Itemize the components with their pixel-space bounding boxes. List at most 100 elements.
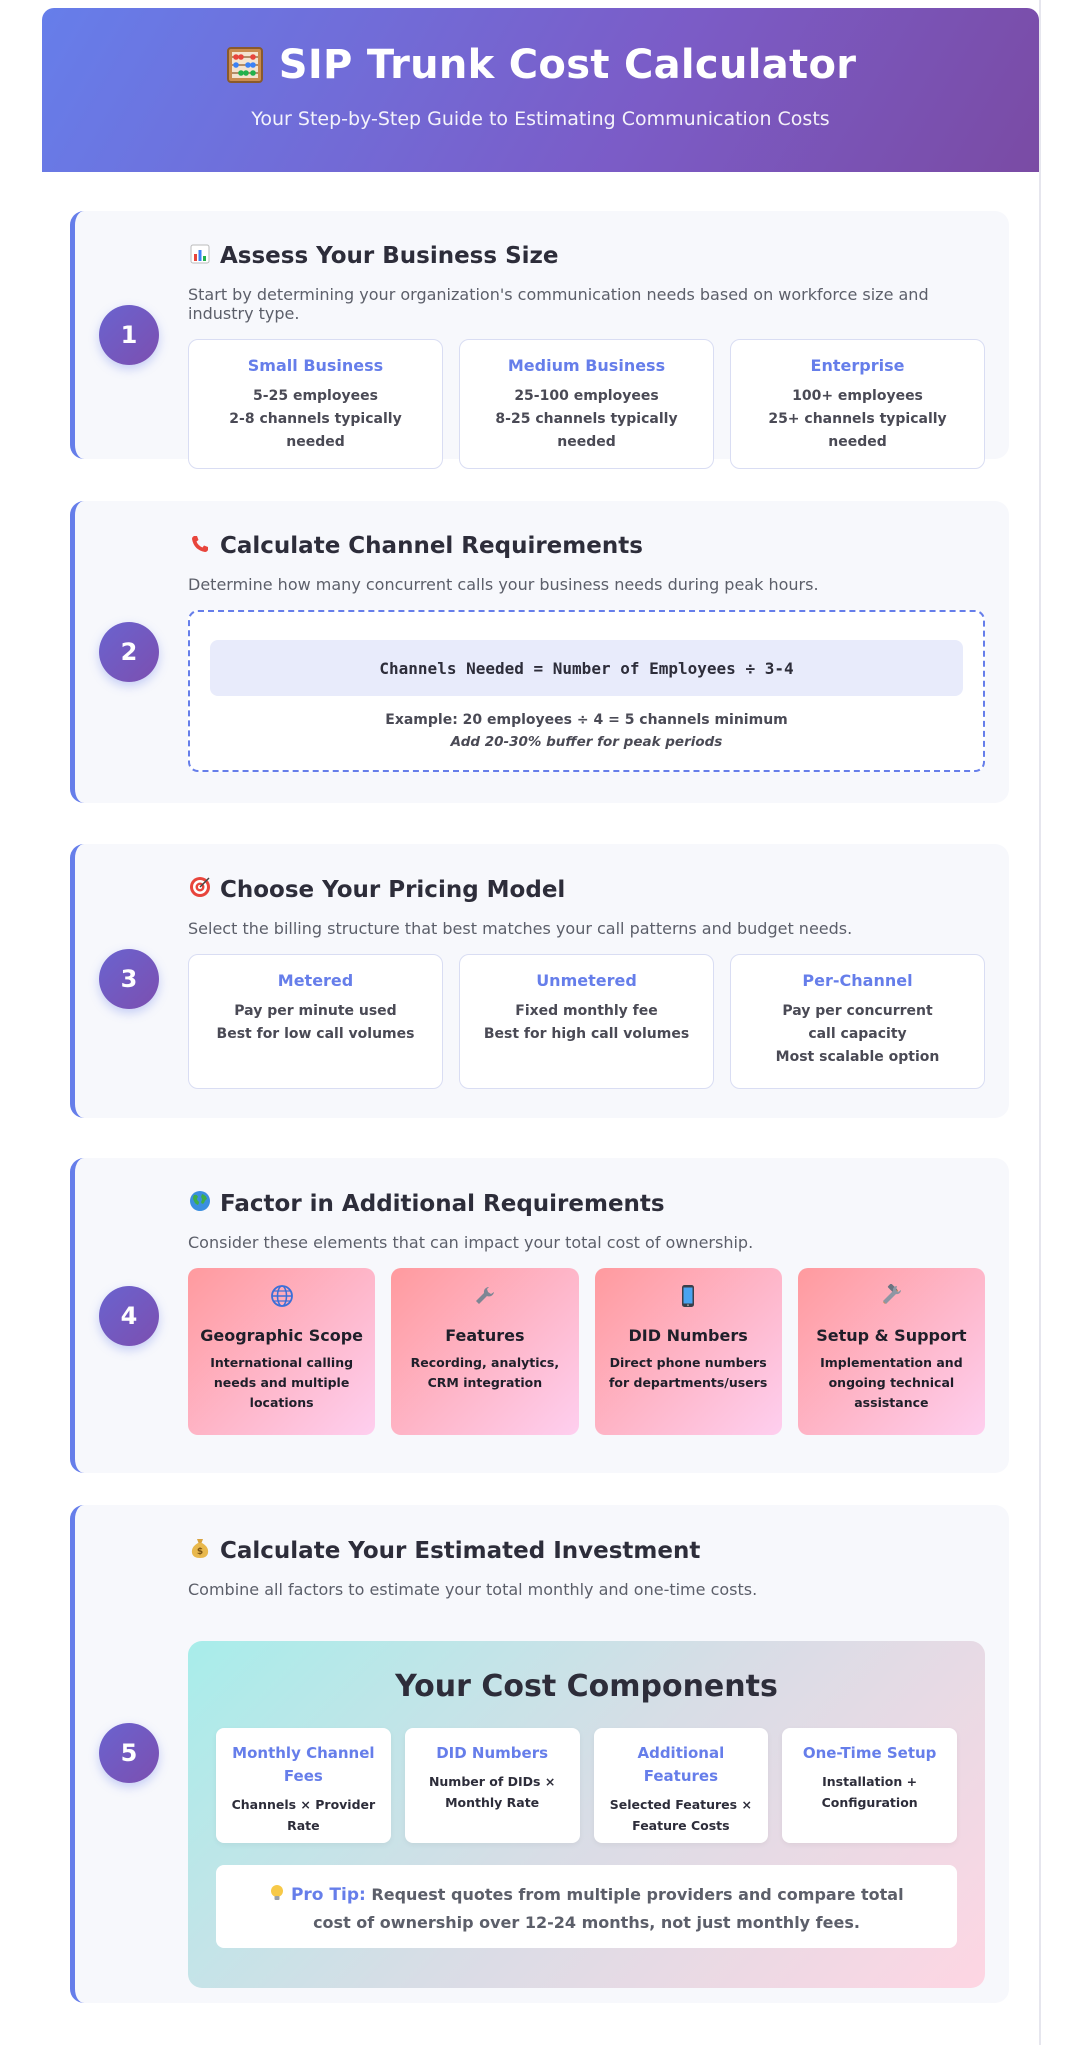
page-title-text: SIP Trunk Cost Calculator: [278, 42, 857, 88]
card-line: Fixed monthly fee: [515, 1003, 658, 1019]
formula-example: Example: 20 employees ÷ 4 = 5 channels m…: [385, 712, 788, 728]
card-line: Best for high call volumes: [483, 1026, 690, 1042]
globe-icon: [188, 1190, 212, 1217]
channel-formula: Channels Needed = Number of Employees ÷ …: [210, 640, 963, 696]
calculator-container: SIP Trunk Cost Calculator Your Step-by-S…: [42, 8, 1039, 2003]
pro-tip-box: Pro Tip: Request quotes from multiple pr…: [216, 1865, 957, 1948]
step-description: Combine all factors to estimate your tot…: [188, 1580, 758, 1599]
step-description: Select the billing structure that best m…: [188, 919, 853, 938]
card-description: International calling needs and multiple…: [210, 1355, 354, 1410]
card-title: Metered: [277, 971, 354, 990]
pricing-card-metered: Metered Pay per minute used Best for low…: [188, 954, 443, 1089]
pro-tip-text: Request quotes from multiple providers a…: [313, 1885, 904, 1932]
page-subtitle: Your Step-by-Step Guide to Estimating Co…: [251, 108, 830, 130]
page-edge-divider: [1039, 0, 1041, 2045]
requirement-card-did-numbers: DID Numbers Direct phone numbers for dep…: [594, 1268, 782, 1435]
step-4-card: 4 Factor in Additional Requirements Cons…: [70, 1158, 1009, 1473]
step-number-badge: 1: [99, 305, 159, 365]
business-size-cards: Small Business 5-25 employees 2-8 channe…: [188, 339, 985, 469]
mobile-phone-icon: [595, 1284, 782, 1314]
card-line: 8-25 channels typically needed: [495, 411, 678, 450]
step-2-card: 2 Calculate Channel Requirements Determi…: [70, 501, 1009, 803]
card-title: Geographic Scope: [200, 1326, 364, 1345]
step-title-text: Assess Your Business Size: [220, 243, 559, 269]
card-title: Per-Channel: [802, 971, 913, 990]
step-title: Choose Your Pricing Model: [188, 876, 985, 903]
step-title-text: Choose Your Pricing Model: [220, 876, 566, 903]
step-title-text: Calculate Channel Requirements: [220, 533, 643, 559]
requirement-cards: Geographic Scope International calling n…: [188, 1268, 985, 1435]
step-number-badge: 2: [99, 622, 159, 682]
business-size-card-medium: Medium Business 25-100 employees 8-25 ch…: [459, 339, 714, 469]
card-title: DID Numbers: [436, 1744, 549, 1762]
card-line: Pay per concurrent call capacity: [782, 1003, 933, 1042]
abacus-icon: [225, 45, 265, 85]
pro-tip-label: Pro Tip:: [290, 1885, 366, 1905]
wrench-icon: [391, 1284, 578, 1314]
page-title: SIP Trunk Cost Calculator: [42, 42, 1039, 88]
card-line: 25-100 employees: [514, 388, 659, 404]
business-size-card-enterprise: Enterprise 100+ employees 25+ channels t…: [730, 339, 985, 469]
card-description: Channels × Provider Rate: [231, 1797, 376, 1833]
card-line: 5-25 employees: [253, 388, 378, 404]
step-5-card: 5 $ Calculate Your Estimated Investment …: [70, 1505, 1009, 2003]
pricing-card-per-channel: Per-Channel Pay per concurrent call capa…: [730, 954, 985, 1089]
step-title: Calculate Channel Requirements: [188, 533, 985, 559]
cost-card-monthly-channel-fees: Monthly Channel Fees Channels × Provider…: [216, 1728, 391, 1843]
telephone-icon: [188, 534, 212, 559]
requirement-card-geographic: Geographic Scope International calling n…: [188, 1268, 376, 1435]
globe-icon: [188, 1284, 375, 1314]
step-description: Consider these elements that can impact …: [188, 1233, 754, 1252]
cost-component-cards: Monthly Channel Fees Channels × Provider…: [216, 1728, 957, 1843]
cost-panel-title: Your Cost Components: [395, 1669, 778, 1704]
formula-note: Add 20-30% buffer for peak periods: [450, 734, 723, 750]
card-title: Small Business: [247, 356, 384, 375]
tools-icon: [798, 1283, 985, 1314]
card-title: Unmetered: [536, 971, 637, 990]
card-title: Monthly Channel Fees: [232, 1744, 375, 1785]
formula-box: Channels Needed = Number of Employees ÷ …: [188, 610, 985, 772]
card-description: Recording, analytics, CRM integration: [410, 1355, 560, 1390]
card-line: 2-8 channels typically needed: [229, 411, 402, 450]
card-line: Best for low call volumes: [216, 1026, 415, 1042]
card-title: Additional Features: [637, 1744, 725, 1785]
step-number-badge: 3: [99, 949, 159, 1009]
card-description: Selected Features × Feature Costs: [609, 1797, 752, 1833]
card-line: Pay per minute used: [234, 1003, 397, 1019]
step-number-badge: 4: [99, 1286, 159, 1346]
card-line: 100+ employees: [792, 388, 923, 404]
pricing-model-cards: Metered Pay per minute used Best for low…: [188, 954, 985, 1089]
cost-card-additional-features: Additional Features Selected Features × …: [593, 1728, 769, 1843]
card-description: Installation + Configuration: [821, 1774, 918, 1810]
step-description: Determine how many concurrent calls your…: [188, 575, 819, 594]
card-line: 25+ channels typically needed: [768, 411, 947, 450]
step-title-text: Calculate Your Estimated Investment: [220, 1537, 701, 1564]
bar-chart-icon: [188, 244, 212, 269]
step-title-text: Factor in Additional Requirements: [220, 1190, 665, 1217]
step-1-card: 1 Assess Your Business Size Start by det…: [70, 211, 1009, 469]
cost-card-did-numbers: DID Numbers Number of DIDs × Monthly Rat…: [404, 1728, 580, 1843]
money-bag-icon: $: [188, 1537, 212, 1564]
card-description: Number of DIDs × Monthly Rate: [428, 1774, 556, 1810]
cost-components-panel: Your Cost Components Monthly Channel Fee…: [188, 1641, 985, 1988]
step-title: $ Calculate Your Estimated Investment: [188, 1537, 985, 1564]
card-title: One-Time Setup: [802, 1744, 937, 1762]
pricing-card-unmetered: Unmetered Fixed monthly fee Best for hig…: [459, 954, 714, 1089]
step-title: Assess Your Business Size: [188, 243, 985, 269]
requirement-card-features: Features Recording, analytics, CRM integ…: [391, 1268, 579, 1435]
svg-text:$: $: [197, 1547, 203, 1557]
page-header: SIP Trunk Cost Calculator Your Step-by-S…: [42, 8, 1039, 172]
cost-card-one-time-setup: One-Time Setup Installation + Configurat…: [782, 1728, 957, 1843]
card-title: Medium Business: [507, 356, 666, 375]
card-title: Enterprise: [810, 356, 905, 375]
card-description: Implementation and ongoing technical ass…: [820, 1355, 963, 1410]
card-title: Setup & Support: [816, 1326, 967, 1345]
business-size-card-small: Small Business 5-25 employees 2-8 channe…: [188, 339, 443, 469]
step-3-card: 3 Choose Your Pricing Model Select the b…: [70, 844, 1009, 1118]
card-description: Direct phone numbers for departments/use…: [608, 1355, 768, 1390]
card-title: Features: [445, 1326, 525, 1345]
card-title: DID Numbers: [628, 1326, 748, 1345]
lightbulb-icon: [269, 1885, 291, 1904]
target-icon: [188, 876, 212, 903]
step-description: Start by determining your organization's…: [188, 285, 929, 323]
